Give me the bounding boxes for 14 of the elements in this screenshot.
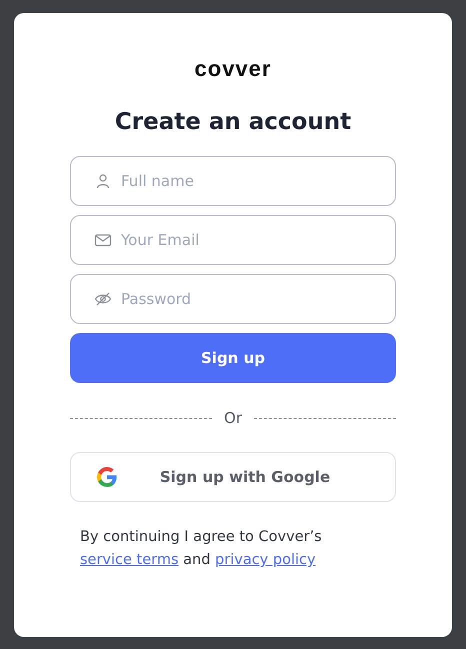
input-field[interactable]: Your Email <box>70 215 396 265</box>
terms-notice: By continuing I agree to Covver’s service terms and privacy policy <box>80 528 323 570</box>
google-icon <box>95 465 119 489</box>
input-field[interactable]: Full name <box>70 156 396 206</box>
page-title: Create an account <box>114 108 352 137</box>
sign-up-button[interactable]: Sign up <box>70 333 396 383</box>
user-icon <box>94 172 112 190</box>
privacy-policy-link[interactable]: privacy policy <box>215 552 316 568</box>
logo: covver <box>194 57 272 81</box>
google-sign-up-button[interactable]: Sign up with Google <box>70 452 396 502</box>
eye-slash-icon <box>94 290 112 308</box>
input-field[interactable]: Password <box>70 274 396 324</box>
service-terms-link[interactable]: service terms <box>80 552 179 568</box>
divider-label: Or <box>224 409 242 427</box>
